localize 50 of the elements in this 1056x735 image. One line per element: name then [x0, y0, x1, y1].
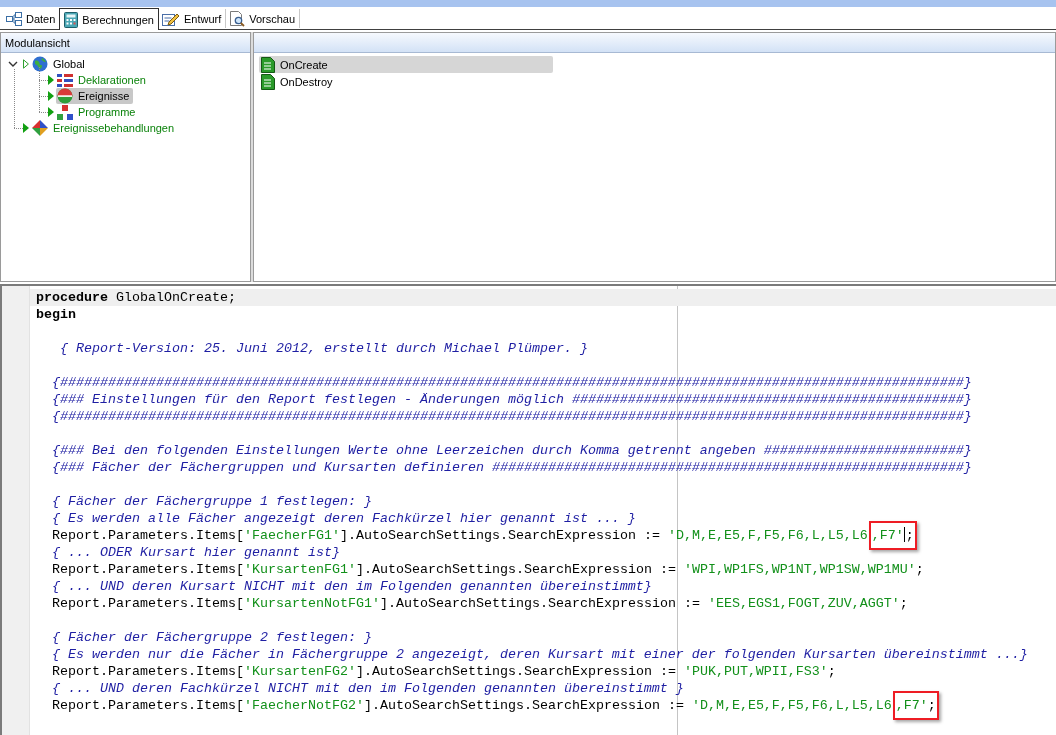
- bar-grid-icon: [57, 73, 73, 87]
- code-line: { ... ODER Kursart hier genannt ist}: [52, 545, 340, 560]
- code-text: ,F7': [871, 528, 904, 543]
- code-line: Report.Parameters.Items['KursartenFG2'].AutoSearchSettings.SearchExpression := 'PUK,PUT,WPII,FS3';: [52, 664, 836, 679]
- code-line: Report.Parameters.Items['KursartenNotFG1'].AutoSearchSettings.SearchExpression := 'EES,EGS1,FOGT,ZUV,AGGT';: [52, 596, 908, 611]
- diagram-icon: [6, 11, 22, 26]
- code-text: ;: [905, 528, 914, 543]
- tree-item[interactable]: Deklarationen: [56, 72, 150, 88]
- code-line: {### Einstellungen für den Report festlegen - Änderungen möglich #################################################}: [52, 392, 972, 407]
- code-line: { Es werden alle Fächer angezeigt deren Fachkürzel hier genannt ist ... }: [52, 511, 636, 526]
- document-icon: [261, 56, 275, 73]
- tree-item[interactable]: Ereignisse: [56, 88, 134, 104]
- code-text: ;: [927, 698, 936, 713]
- code-text: Report.Parameters.Items['FaecherNotFG2'].AutoSearchSettings.SearchExpression := 'D,M,E,E5,F,F5,F6,L,L5,L6: [52, 698, 892, 713]
- code-line: {### Fächer der Fächergruppen und Kursarten definieren ###########################################################}: [52, 460, 972, 475]
- code-line: procedure GlobalOnCreate;: [36, 290, 236, 305]
- globe-icon: [32, 56, 48, 72]
- tab[interactable]: Entwurf: [158, 9, 227, 28]
- code-line: { Report-Version: 25. Juni 2012, erstellt durch Michael Plümper. }: [60, 341, 588, 356]
- tree-item[interactable]: Programme: [56, 104, 140, 120]
- code-line: { Fächer der Fächergruppe 1 festlegen: }: [52, 494, 372, 509]
- code-line: {### Bei den folgenden Einstellungen Werte ohne Leerzeichen durch Komma getrennt angeben #########################}: [52, 443, 972, 458]
- blocks-icon: [57, 104, 73, 120]
- list-item[interactable]: OnDestroy: [259, 73, 553, 90]
- code-line: begin: [36, 307, 76, 322]
- tab[interactable]: Vorschau: [226, 9, 301, 28]
- diamond-icon: [32, 120, 48, 136]
- document-magnifier-icon: [229, 10, 246, 27]
- tree-item[interactable]: Ereignissebehandlungen: [31, 120, 179, 136]
- tree-item[interactable]: Global: [31, 56, 89, 72]
- calculator-icon: [64, 11, 79, 28]
- code-text: ,F7': [895, 698, 928, 713]
- code-line: { ... UND deren Kursart NICHT mit den im Folgenden genannten übereinstimmt}: [52, 579, 652, 594]
- document-icon: [261, 73, 275, 90]
- code-line: {#################################################################################################################}: [52, 375, 972, 390]
- code-line: Report.Parameters.Items['KursartenFG1'].AutoSearchSettings.SearchExpression := 'WPI,WP1FS,WP1NT,WP1SW,WP1MU';: [52, 562, 924, 577]
- list-item[interactable]: OnCreate: [259, 56, 553, 73]
- code-line: {#################################################################################################################}: [52, 409, 972, 424]
- striped-disc-icon: [57, 88, 73, 104]
- code-line: { Es werden nur die Fächer in Fächergruppe 2 angezeigt, deren Kursart mit einer der folgenden Kursarten übereinstimmt ...}: [52, 647, 1028, 662]
- chevron-down-icon: [8, 61, 18, 67]
- code-line: { Fächer der Fächergruppe 2 festlegen: }: [52, 630, 372, 645]
- tab[interactable]: Daten: [3, 9, 60, 28]
- code-line: { ... UND deren Fachkürzel NICHT mit den im Folgenden genannten übereinstimmt }: [52, 681, 684, 696]
- pencil-notepad-icon: [161, 11, 180, 26]
- text-cursor: [903, 527, 905, 542]
- panel-title: Modulansicht: [5, 36, 70, 49]
- code-editor[interactable]: [0, 284, 1056, 735]
- tab[interactable]: Berechnungen: [59, 8, 159, 30]
- code-text: Report.Parameters.Items['FaecherFG1'].AutoSearchSettings.SearchExpression := 'D,M,E,E5,F,F5,F6,L,L5,L6: [52, 528, 868, 543]
